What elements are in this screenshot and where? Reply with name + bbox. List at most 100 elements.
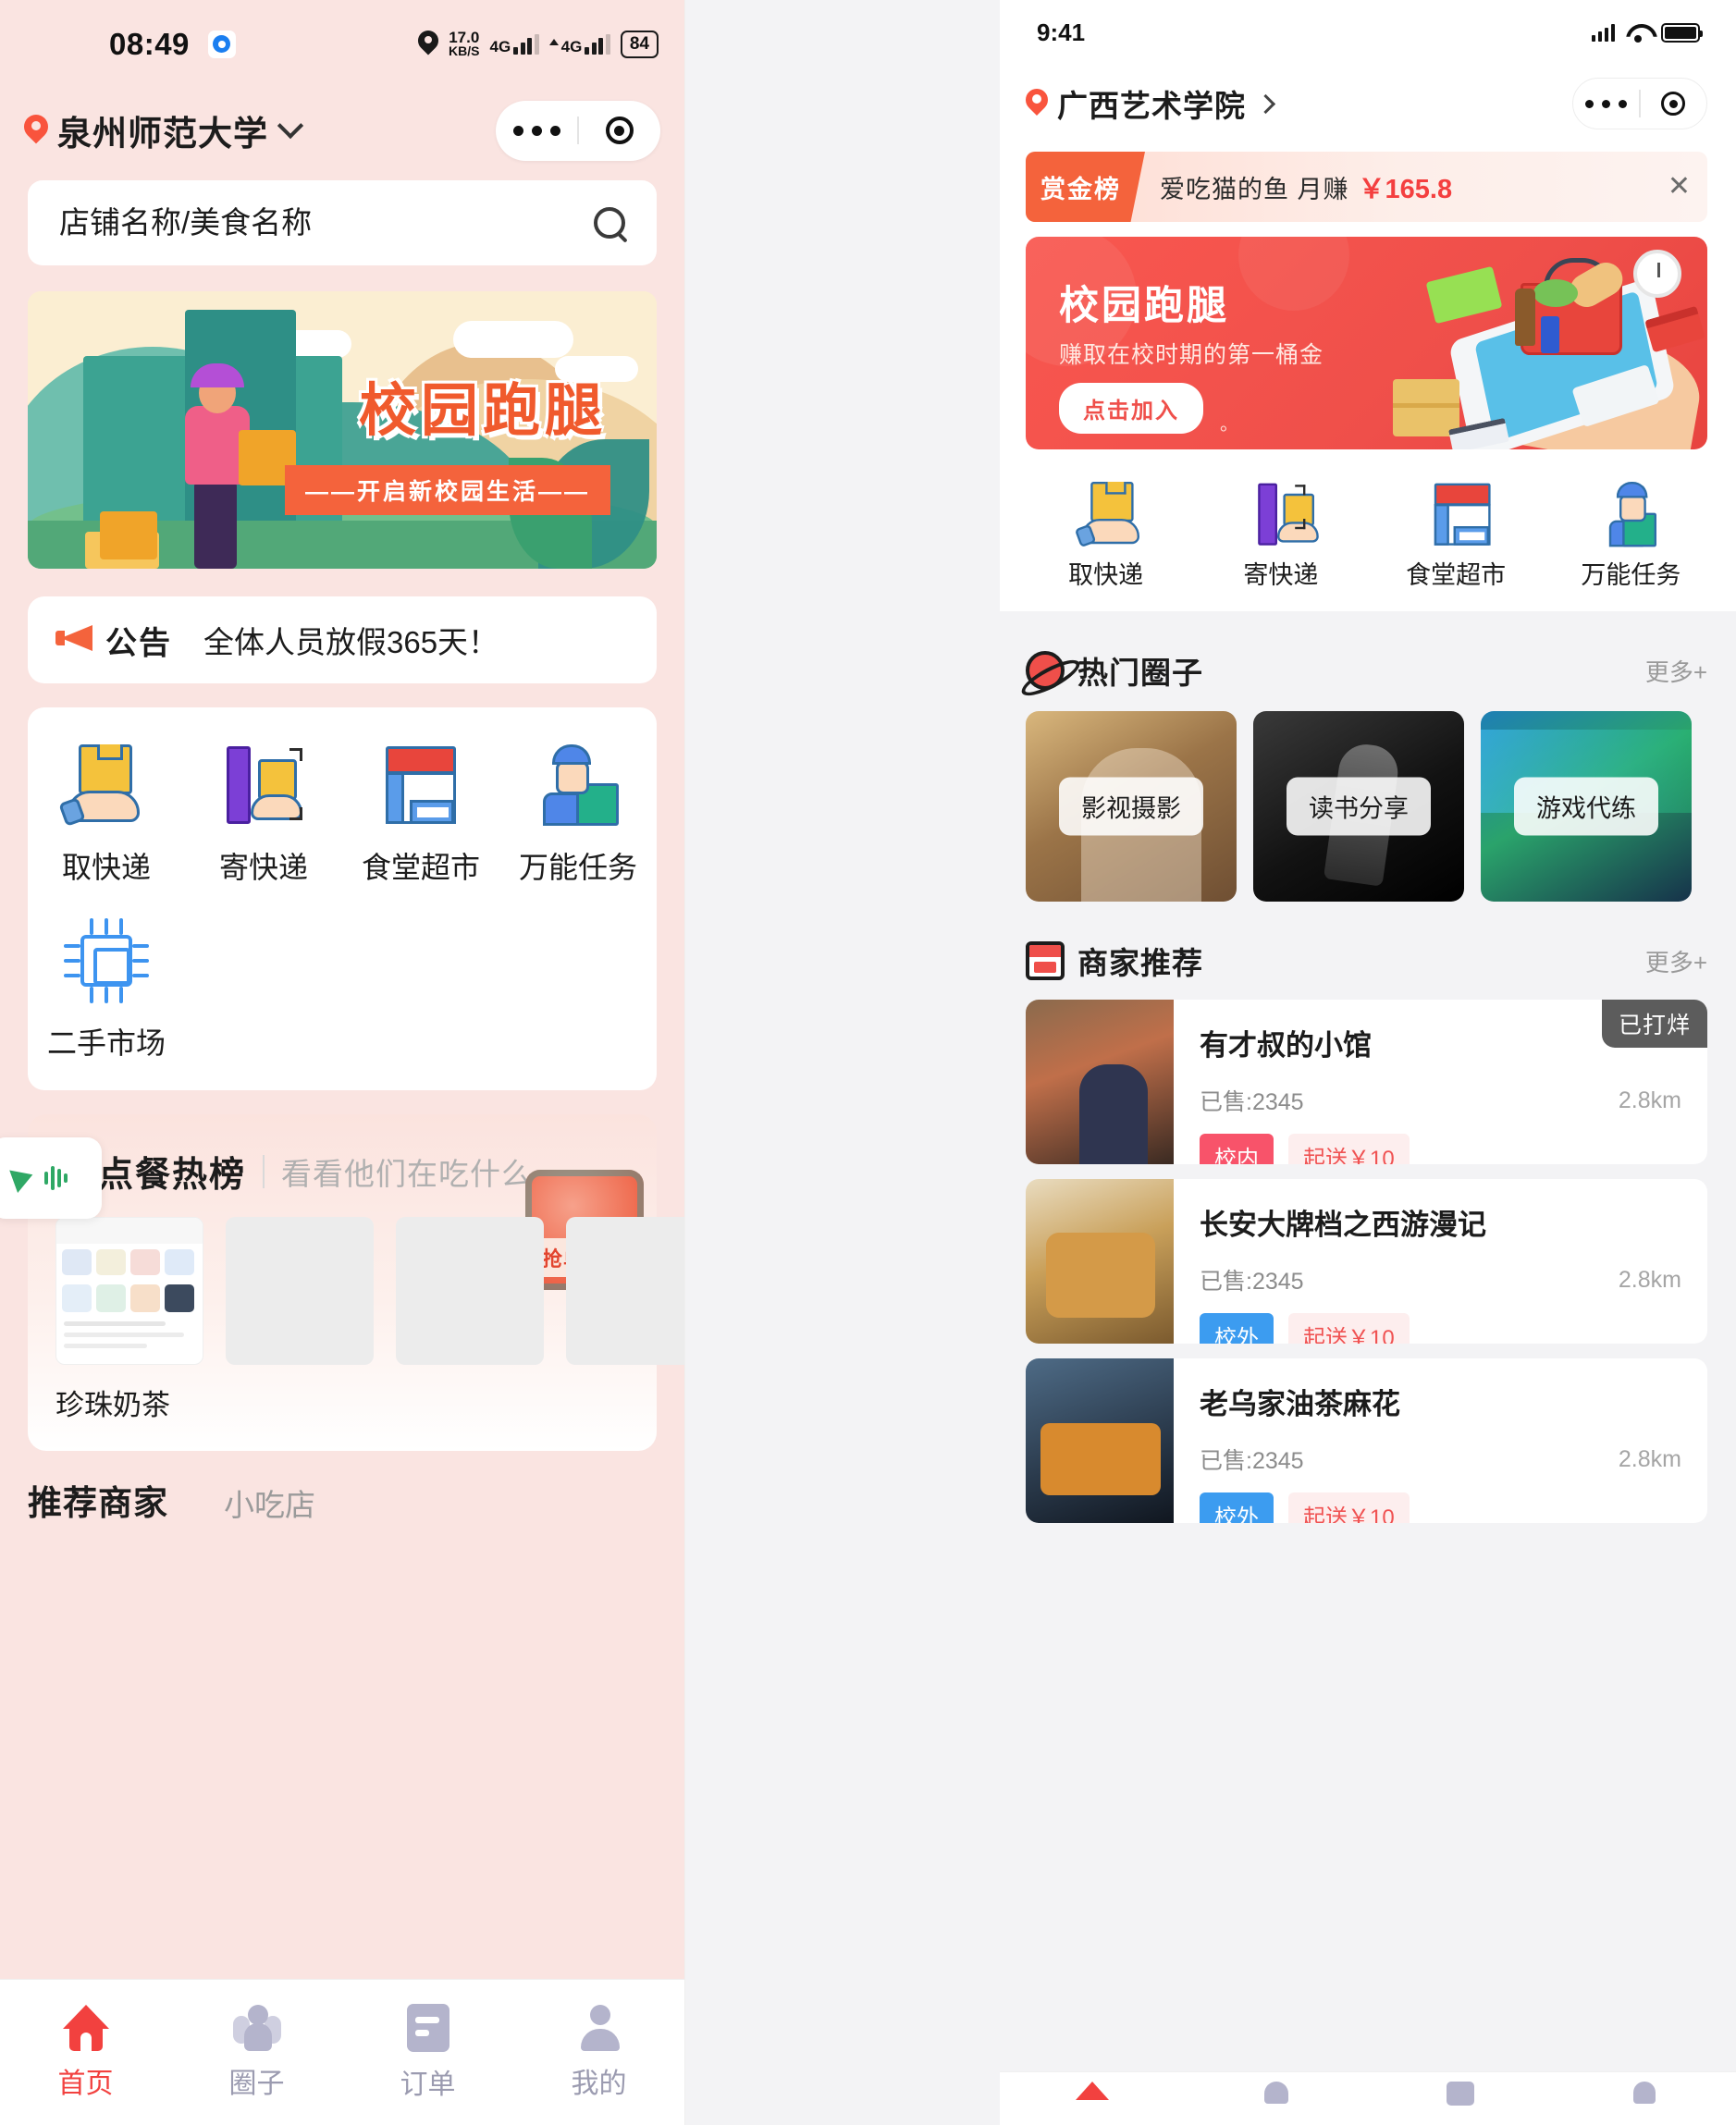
service-label: 万能任务 xyxy=(1581,561,1681,589)
circle-card-list: 影视摄影 读书分享 游戏代练 xyxy=(1000,693,1736,902)
hot-item[interactable] xyxy=(566,1217,684,1423)
order-icon xyxy=(406,2003,449,2052)
tab-orders[interactable]: 订单 xyxy=(342,2003,513,2102)
promo-join-button[interactable]: 点击加入 xyxy=(1059,383,1203,434)
service-item-secondhand[interactable]: 二手市场 xyxy=(28,918,185,1062)
circle-card[interactable]: 读书分享 xyxy=(1253,711,1464,902)
more-dots-icon[interactable] xyxy=(1573,99,1639,108)
hot-item[interactable] xyxy=(226,1217,374,1423)
location-pin-icon xyxy=(24,115,48,146)
merchant-name: 老乌家油茶麻花 xyxy=(1200,1388,1400,1420)
signal-bars-icon xyxy=(1591,23,1615,42)
merchant-info: 长安大牌档之西游漫记 已售:2345 2.8km 校外 起送￥10 xyxy=(1174,1179,1707,1344)
parcel-pickup-icon xyxy=(58,743,149,828)
circle-card[interactable]: 游戏代练 xyxy=(1481,711,1692,902)
floating-nav-widget[interactable] xyxy=(0,1137,102,1219)
banner-bubble xyxy=(1238,237,1349,311)
merchant-row[interactable]: 已打烊 有才叔的小馆 已售:2345 2.8km 校内 起送￥10 xyxy=(1026,1000,1707,1164)
merchant-info: 已打烊 有才叔的小馆 已售:2345 2.8km 校内 起送￥10 xyxy=(1174,1000,1707,1164)
chevron-right-icon[interactable] xyxy=(1255,93,1276,114)
more-dots-icon[interactable] xyxy=(496,125,577,136)
banner-title: 校园跑腿 xyxy=(358,379,607,443)
merchant-name: 长安大牌档之西游漫记 xyxy=(1200,1209,1486,1241)
network-speed-unit: KB/S xyxy=(449,43,480,58)
service-label: 二手市场 xyxy=(46,1026,166,1060)
mini-program-capsule[interactable] xyxy=(1572,78,1707,129)
search-bar[interactable] xyxy=(28,180,657,265)
circle-card[interactable]: 影视摄影 xyxy=(1026,711,1237,902)
target-icon[interactable] xyxy=(579,117,660,144)
status-time: 9:41 xyxy=(1037,18,1086,46)
service-item-canteen[interactable]: 食堂超市 xyxy=(342,743,499,887)
hot-ranking-section: 点餐热榜 看看他们在吃什么 抢单大厅 珍珠奶茶 xyxy=(28,1114,684,1451)
more-link[interactable]: 更多+ xyxy=(1645,654,1707,688)
hot-ranking-title: 点餐热榜 xyxy=(98,1156,247,1195)
service-item-anytask[interactable]: 万能任务 xyxy=(1544,473,1718,591)
left-status-bar: 08:49 17.0 KB/S 4G 4G 84 xyxy=(0,0,684,88)
mini-program-capsule[interactable] xyxy=(496,100,660,161)
parcel-pickup-icon xyxy=(1074,480,1139,548)
status-time: 08:49 xyxy=(109,26,190,61)
tab-profile[interactable] xyxy=(1553,2082,1736,2104)
merchant-recommend-section: 商家推荐 更多+ 已打烊 有才叔的小馆 已售:2345 2.8km 校内 起送￥… xyxy=(1000,915,1736,1523)
service-item-send[interactable]: 寄快递 xyxy=(185,743,342,887)
promo-title: 校园跑腿 xyxy=(1059,284,1229,328)
merchant-row[interactable]: 老乌家油茶麻花 已售:2345 2.8km 校外 起送￥10 xyxy=(1026,1358,1707,1523)
tab-profile[interactable]: 我的 xyxy=(513,2004,684,2101)
sound-wave-icon[interactable] xyxy=(44,1166,68,1190)
battery-level: 84 xyxy=(620,30,659,58)
recommend-tab-snack[interactable]: 小吃店 xyxy=(224,1480,315,1525)
tab-orders[interactable] xyxy=(1369,2082,1553,2106)
merchant-row[interactable]: 长安大牌档之西游漫记 已售:2345 2.8km 校外 起送￥10 xyxy=(1026,1179,1707,1344)
hot-circles-header: 热门圈子 更多+ xyxy=(1000,624,1736,693)
service-item-canteen[interactable]: 食堂超市 xyxy=(1369,473,1544,591)
search-icon[interactable] xyxy=(594,207,625,239)
order-icon xyxy=(1447,2082,1475,2106)
merchant-min-order: 起送￥10 xyxy=(1288,1313,1410,1344)
hot-circles-section: 热门圈子 更多+ 影视摄影 读书分享 游戏代练 xyxy=(1000,624,1736,902)
hot-item[interactable]: 珍珠奶茶 xyxy=(55,1217,203,1423)
service-label: 取快递 xyxy=(61,851,151,884)
service-label: 取快递 xyxy=(1068,561,1144,589)
tab-home[interactable]: 首页 xyxy=(0,2004,171,2101)
bounty-amount: ￥165.8 xyxy=(1358,175,1453,204)
service-item-pickup[interactable]: 取快递 xyxy=(1018,473,1193,591)
uplink-arrow-icon xyxy=(548,38,559,45)
service-item-empty xyxy=(499,918,657,1062)
status-indicators xyxy=(1591,22,1703,43)
banner-subtitle: ——开启新校园生活—— xyxy=(284,465,610,515)
close-icon[interactable]: ✕ xyxy=(1668,173,1691,201)
hot-item-name: 珍珠奶茶 xyxy=(55,1389,170,1421)
service-item-send[interactable]: 寄快递 xyxy=(1193,473,1368,591)
navigation-arrow-icon[interactable] xyxy=(9,1163,37,1193)
service-label: 寄快递 xyxy=(1243,561,1319,589)
target-icon[interactable] xyxy=(1641,92,1706,116)
chevron-down-icon[interactable] xyxy=(277,112,304,140)
merchant-thumbnail xyxy=(1026,1358,1174,1523)
announcement-text: 全体人员放假365天！ xyxy=(203,625,499,659)
service-item-anytask[interactable]: 万能任务 xyxy=(499,743,657,887)
tab-home[interactable] xyxy=(1000,2082,1184,2100)
banner-cloud xyxy=(453,321,573,358)
more-link[interactable]: 更多+ xyxy=(1645,944,1707,978)
hot-item-thumbnail xyxy=(396,1217,544,1365)
hot-item[interactable] xyxy=(396,1217,544,1423)
hot-item-thumbnail xyxy=(226,1217,374,1365)
service-item-pickup[interactable]: 取快递 xyxy=(28,743,185,887)
search-input[interactable] xyxy=(59,205,594,240)
location-pin-icon xyxy=(418,31,438,58)
tab-circle[interactable] xyxy=(1184,2082,1368,2104)
location-name[interactable]: 泉州师范大学 xyxy=(57,105,268,155)
announcement-bar[interactable]: 公告 全体人员放假365天！ xyxy=(28,596,657,683)
promo-banner[interactable]: 校园跑腿 赚取在校时期的第一桶金 点击加入 。 xyxy=(1026,237,1707,449)
merchant-thumbnail xyxy=(1026,1000,1174,1164)
location-name[interactable]: 广西艺术学院 xyxy=(1057,81,1246,126)
right-status-bar: 9:41 xyxy=(1000,0,1736,65)
banner-bottle xyxy=(1515,289,1535,346)
section-title: 热门圈子 xyxy=(1077,656,1203,690)
hero-banner[interactable]: 校园跑腿 ——开启新校园生活—— xyxy=(28,291,657,569)
network-speed: 17.0 KB/S xyxy=(449,30,480,58)
bounty-banner[interactable]: 赏金榜 爱吃猫的鱼 月赚 ￥165.8 ✕ xyxy=(1026,152,1707,222)
parcel-send-icon xyxy=(1253,480,1319,546)
tab-circle[interactable]: 圈子 xyxy=(171,2004,342,2101)
